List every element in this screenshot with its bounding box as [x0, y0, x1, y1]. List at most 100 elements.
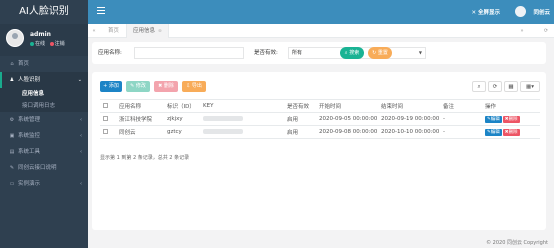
- tab-app-info-label: 应用信息: [133, 28, 156, 34]
- sidebar-item-api-docs[interactable]: ✎ 同创云接口说明: [0, 160, 88, 176]
- row-delete-button[interactable]: ✖删除: [502, 128, 520, 136]
- top-avatar[interactable]: [515, 6, 526, 17]
- sidebar-item-label: 系统工具: [18, 149, 41, 155]
- cell-key: [200, 112, 284, 126]
- avatar[interactable]: [6, 29, 24, 47]
- cell-id: zjkjxy: [164, 112, 200, 126]
- edit-button[interactable]: ✎ 修改: [126, 81, 150, 92]
- sidebar-item-system-manage[interactable]: ⚙ 系统管理 ‹: [0, 112, 88, 128]
- add-button[interactable]: + 添加: [100, 81, 122, 92]
- chevron-down-icon: ⌄: [77, 77, 82, 83]
- grid-menu-icon[interactable]: ▦▾: [520, 81, 540, 92]
- sidebar-item-face-recognition[interactable]: ♟ 人脸识别 ⌄: [0, 72, 88, 88]
- brand-title: AI人脸识别: [0, 0, 88, 24]
- search-button-label: 搜索: [349, 50, 360, 56]
- sidebar-item-demo[interactable]: ▭ 实例演示 ‹: [0, 176, 88, 192]
- refresh-tab-icon[interactable]: ⟳: [540, 24, 552, 38]
- tabs-bar: « 首页 应用信息 ⊗ » ⟳: [88, 24, 554, 38]
- sidebar-item-label: 同创云接口说明: [18, 165, 57, 171]
- table-row[interactable]: 浙江科技学院 zjkjxy 启用 2020-09-05 00:00:00 202…: [100, 112, 540, 126]
- table-row[interactable]: 同创云 gztcy 启用 2020-09-08 00:00:00 2020-10…: [100, 125, 540, 139]
- tab-app-info[interactable]: 应用信息 ⊗: [126, 24, 169, 38]
- col-note[interactable]: 备注: [440, 99, 482, 113]
- delete-button[interactable]: ✖ 删除: [154, 81, 178, 92]
- tab-home[interactable]: 首页: [102, 24, 125, 38]
- checkbox[interactable]: [103, 115, 108, 121]
- close-icon[interactable]: ⊗: [158, 29, 162, 34]
- checkbox[interactable]: [103, 102, 108, 108]
- online-dot-icon: [30, 41, 34, 46]
- cell-valid: 启用: [284, 125, 316, 139]
- pagination-summary: 显示第 1 到第 2 条记录，总共 2 条记录: [100, 155, 190, 161]
- doc-icon: ✎: [9, 165, 15, 171]
- logout-icon: [49, 41, 54, 46]
- monitor-icon: ▣: [9, 133, 15, 139]
- select-all-checkbox[interactable]: [100, 99, 116, 113]
- row-edit-button[interactable]: ✎编辑: [485, 128, 502, 136]
- cell-end: 2020-10-10 00:00:00: [378, 125, 440, 139]
- export-button[interactable]: ⇩ 导出: [182, 81, 206, 92]
- valid-label: 是否有效:: [254, 50, 278, 56]
- edit-button-label: 修改: [135, 83, 146, 89]
- app-name-input[interactable]: [134, 47, 244, 59]
- sidebar-item-home[interactable]: ⌂ 首页: [0, 56, 88, 72]
- col-id[interactable]: 标识（ID）: [164, 99, 200, 113]
- sidebar-item-label: 人脸识别: [18, 77, 41, 83]
- row-delete-button[interactable]: ✖删除: [502, 115, 520, 123]
- reset-button-label: 重置: [377, 50, 388, 56]
- refresh-icon[interactable]: ⟳: [488, 81, 502, 92]
- tabs-scroll-left-icon[interactable]: «: [88, 24, 100, 38]
- online-label: 在线: [35, 41, 46, 47]
- top-navbar: ✕ 全屏显示 同创云: [88, 0, 554, 24]
- user-icon: ♟: [9, 77, 15, 83]
- redacted-key: [203, 116, 243, 121]
- tools-icon: ▤: [9, 149, 15, 155]
- sidebar-submenu: 应用信息 接口调用日志: [0, 88, 88, 112]
- redacted-key: [203, 129, 243, 134]
- col-app-name[interactable]: 应用名称: [116, 99, 164, 113]
- col-start[interactable]: 开始时间: [316, 99, 378, 113]
- home-icon: ⌂: [10, 61, 14, 67]
- valid-select-value: 所有: [292, 50, 303, 56]
- reset-button[interactable]: ↻ 重置: [368, 47, 392, 59]
- cell-id: gztcy: [164, 125, 200, 139]
- col-end[interactable]: 结束时间: [378, 99, 440, 113]
- col-actions: 操作: [482, 99, 540, 113]
- sidebar-item-system-tools[interactable]: ▤ 系统工具 ‹: [0, 144, 88, 160]
- tabs-scroll-right-icon[interactable]: »: [516, 24, 528, 38]
- footer-copyright: © 2020 同创云 Copyright: [486, 240, 548, 246]
- row-select[interactable]: [100, 125, 116, 139]
- delete-button-label: 删除: [163, 83, 174, 89]
- col-valid[interactable]: 是否有效: [284, 99, 316, 113]
- top-username[interactable]: 同创云: [533, 8, 550, 16]
- sidebar-item-label: 首页: [18, 61, 30, 67]
- columns-icon[interactable]: ▦: [504, 81, 518, 92]
- checkbox[interactable]: [103, 128, 108, 134]
- user-name: admin: [30, 31, 51, 38]
- table-panel: + 添加 ✎ 修改 ✖ 删除 ⇩ 导出 ⌕ ⟳ ▦ ▦▾ 应用名称 标识（ID）…: [92, 72, 546, 230]
- menu-toggle-icon[interactable]: [97, 7, 105, 15]
- chevron-left-icon: ‹: [80, 149, 82, 155]
- user-status: 在线 注销: [30, 40, 65, 47]
- cell-start: 2020-09-08 00:00:00: [316, 125, 378, 139]
- search-toggle-icon[interactable]: ⌕: [472, 81, 486, 92]
- cell-valid: 启用: [284, 112, 316, 126]
- chevron-left-icon: ‹: [80, 133, 82, 139]
- sidebar-item-label: 系统监控: [18, 133, 41, 139]
- logout-link[interactable]: 注销: [55, 41, 65, 47]
- col-key[interactable]: KEY: [200, 99, 284, 113]
- sidebar-subitem-api-log[interactable]: 接口调用日志: [0, 100, 88, 112]
- user-panel: admin 在线 注销: [0, 24, 88, 56]
- sidebar-item-label: 实例演示: [18, 181, 41, 187]
- add-button-label: 添加: [108, 83, 119, 89]
- fullscreen-button[interactable]: ✕ 全屏显示: [471, 8, 500, 16]
- sidebar-item-system-monitor[interactable]: ▣ 系统监控 ‹: [0, 128, 88, 144]
- row-edit-button[interactable]: ✎编辑: [485, 115, 502, 123]
- sidebar-subitem-app-info[interactable]: 应用信息: [0, 88, 88, 100]
- search-button[interactable]: ⌕ 搜索: [340, 47, 364, 59]
- row-delete-label: 删除: [508, 129, 518, 135]
- sidebar-item-label: 系统管理: [18, 117, 41, 123]
- row-select[interactable]: [100, 112, 116, 126]
- cell-start: 2020-09-05 00:00:00: [316, 112, 378, 126]
- sidebar: AI人脸识别 admin 在线 注销 ⌂ 首页 ♟ 人脸识别 ⌄ 应用信息 接口调用…: [0, 0, 88, 248]
